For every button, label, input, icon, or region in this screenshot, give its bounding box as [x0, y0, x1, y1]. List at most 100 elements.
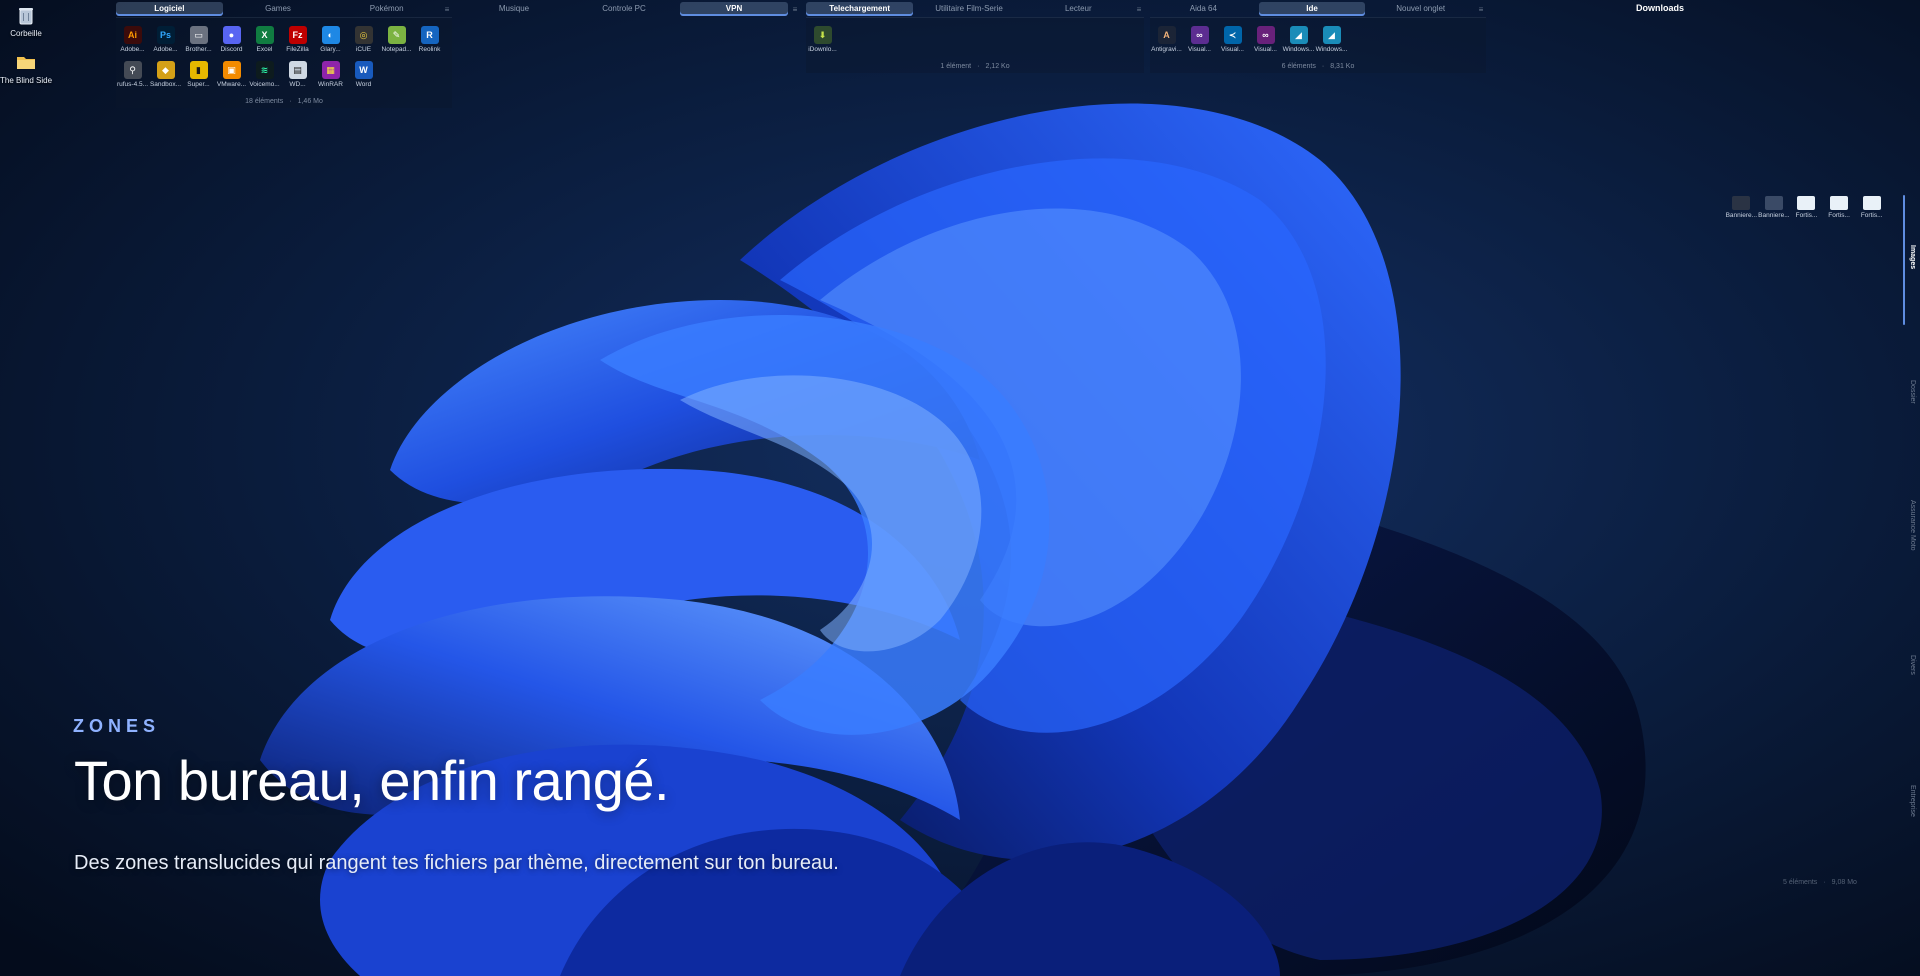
vtab-divers[interactable]: Divers	[1900, 655, 1916, 675]
zone-item-label: rufus-4.5...	[116, 81, 149, 88]
zone-menu-icon[interactable]: ≡	[790, 5, 800, 14]
zone-menu-icon[interactable]: ≡	[1134, 5, 1144, 14]
tab-telechargement[interactable]: Telechargement	[806, 2, 914, 16]
zone-item-label: Reolink	[418, 46, 441, 53]
antigravity-icon: A	[1157, 26, 1176, 44]
zone-footer: 18 éléments · 1,46 Mo	[245, 98, 323, 105]
zone-item-count: 5 éléments	[1783, 879, 1818, 886]
side-zone-item-label: Fortis...	[1795, 212, 1818, 219]
zone-item[interactable]: ◐ Glary...	[314, 24, 347, 59]
zone-item-label: Visual...	[1187, 46, 1211, 53]
desktop-icon-label: The Blind Side	[0, 76, 53, 85]
vtab-assurance-moto[interactable]: Assurance Moto	[1900, 500, 1916, 551]
zone-item[interactable]: ▤ WD...	[281, 59, 314, 94]
vtab-entreprise[interactable]: Entreprise	[1900, 785, 1916, 817]
zone-item[interactable]: X Excel	[248, 24, 281, 59]
tab-nouvel-onglet[interactable]: Nouvel onglet	[1367, 2, 1474, 16]
zone-vpn: Musique Controle PC VPN ≡	[460, 1, 800, 17]
zone-item[interactable]: A Antigravi...	[1150, 24, 1183, 59]
zone-item[interactable]: ▮ Super...	[182, 59, 215, 94]
hero-title: Ton bureau, enfin rangé.	[74, 749, 670, 812]
tab-controle-pc[interactable]: Controle PC	[570, 2, 678, 16]
zone-item[interactable]: Fz FileZilla	[281, 24, 314, 59]
zone-item[interactable]: ⬇ iDownlo...	[806, 24, 839, 59]
sandbox-icon: ◆	[156, 61, 175, 79]
folder-icon	[15, 51, 37, 73]
zone-item-label: Windows...	[1315, 46, 1348, 53]
zone-item[interactable]: ⚲ rufus-4.5...	[116, 59, 149, 94]
windows-app-icon: ◢	[1289, 26, 1308, 44]
vtab-images[interactable]: Images	[1900, 245, 1916, 269]
vscode-icon: ≺	[1223, 26, 1242, 44]
wd-icon: ▤	[288, 61, 307, 79]
adobe-illustrator-icon: Ai	[123, 26, 142, 44]
tab-pokemon[interactable]: Pokémon	[333, 2, 440, 16]
tab-vpn[interactable]: VPN	[680, 2, 788, 16]
side-zone-item[interactable]: Fortis...	[1855, 190, 1888, 219]
zone-item-label: Sandbox...	[149, 81, 182, 88]
tab-games[interactable]: Games	[225, 2, 332, 16]
zone-menu-icon[interactable]: ≡	[1476, 5, 1486, 14]
notepad-icon: ✎	[387, 26, 406, 44]
zone-item[interactable]: ▣ VMware...	[215, 59, 248, 94]
zone-item[interactable]: ▦ WinRAR	[314, 59, 347, 94]
wallpaper	[0, 0, 1920, 976]
zone-item[interactable]: ✎ Notepad...	[380, 24, 413, 59]
side-zone-item-label: Banniere...	[1725, 212, 1758, 219]
zone-item-label: Excel	[256, 46, 273, 53]
zone-item[interactable]: W Word	[347, 59, 380, 94]
zone-item[interactable]: Ps Adobe...	[149, 24, 182, 59]
zone-item-label: iCUE	[355, 46, 372, 53]
zone-item[interactable]: ∞ Visual...	[1249, 24, 1282, 59]
bloom-wallpaper-image	[0, 0, 1920, 976]
tab-aida-64[interactable]: Aida 64	[1150, 2, 1257, 16]
zone-item[interactable]: ◢ Windows...	[1282, 24, 1315, 59]
zone-item[interactable]: ≋ Voicemo...	[248, 59, 281, 94]
desktop-icon-folder[interactable]: The Blind Side	[0, 51, 56, 85]
zone-item-grid: A Antigravi... ∞ Visual... ≺ Visual... ∞ Visual…	[1150, 18, 1486, 59]
zone-tab-bar: Telechargement Utilitaire Film-Serie Lec…	[806, 1, 1144, 17]
zone-tab-bar: Logiciel Games Pokémon ≡	[116, 1, 452, 17]
side-zone-images: Banniere... Banniere... Fortis... Fortis...…	[1725, 190, 1888, 892]
zone-item[interactable]: ≺ Visual...	[1216, 24, 1249, 59]
zone-item[interactable]: ▭ Brother...	[182, 24, 215, 59]
tab-utilitaire-film-serie[interactable]: Utilitaire Film-Serie	[915, 2, 1022, 16]
zone-item-label: Super...	[187, 81, 210, 88]
tab-lecteur[interactable]: Lecteur	[1025, 2, 1132, 16]
side-zone-item[interactable]: Fortis...	[1823, 190, 1856, 219]
vtab-dossier[interactable]: Dossier	[1900, 380, 1916, 404]
zone-item-count: 18 éléments	[245, 98, 284, 105]
tab-logiciel[interactable]: Logiciel	[116, 2, 223, 16]
idownloader-icon: ⬇	[813, 26, 832, 44]
zone-item-label: Word	[355, 81, 372, 88]
zone-item[interactable]: ◎ iCUE	[347, 24, 380, 59]
zone-telechargement: Telechargement Utilitaire Film-Serie Lec…	[806, 1, 1144, 73]
side-zone-item[interactable]: Banniere...	[1725, 190, 1758, 219]
downloads-zone-title[interactable]: Downloads	[1610, 3, 1710, 13]
zone-item[interactable]: Ai Adobe...	[116, 24, 149, 59]
zone-item[interactable]: R Reolink	[413, 24, 446, 59]
windows-app-icon: ◢	[1322, 26, 1341, 44]
side-zone-item[interactable]: Banniere...	[1758, 190, 1791, 219]
winrar-icon: ▦	[321, 61, 340, 79]
tab-musique[interactable]: Musique	[460, 2, 568, 16]
zone-tab-bar: Musique Controle PC VPN ≡	[460, 1, 800, 17]
tab-ide[interactable]: Ide	[1258, 2, 1366, 16]
zone-item-label: Adobe...	[120, 46, 145, 53]
zone-item[interactable]: ◆ Sandbox...	[149, 59, 182, 94]
side-zone-footer: 5 éléments · 9,08 Mo	[1783, 879, 1857, 886]
icue-icon: ◎	[354, 26, 373, 44]
zone-item-label: Antigravi...	[1151, 46, 1182, 53]
usb-icon: ⚲	[123, 61, 142, 79]
zone-item[interactable]: ● Discord	[215, 24, 248, 59]
voicemod-icon: ≋	[255, 61, 274, 79]
side-zone-item[interactable]: Fortis...	[1790, 190, 1823, 219]
zone-size: 9,08 Mo	[1831, 879, 1857, 886]
zone-size: 8,31 Ko	[1330, 63, 1355, 70]
zone-menu-icon[interactable]: ≡	[442, 5, 452, 14]
desktop-icon-recycle-bin[interactable]: Corbeille	[0, 4, 56, 38]
zone-item[interactable]: ◢ Windows...	[1315, 24, 1348, 59]
zone-item[interactable]: ∞ Visual...	[1183, 24, 1216, 59]
visual-studio-icon: ∞	[1190, 26, 1209, 44]
zone-logiciel: Logiciel Games Pokémon ≡ Ai Adobe... Ps Ado…	[116, 1, 452, 108]
